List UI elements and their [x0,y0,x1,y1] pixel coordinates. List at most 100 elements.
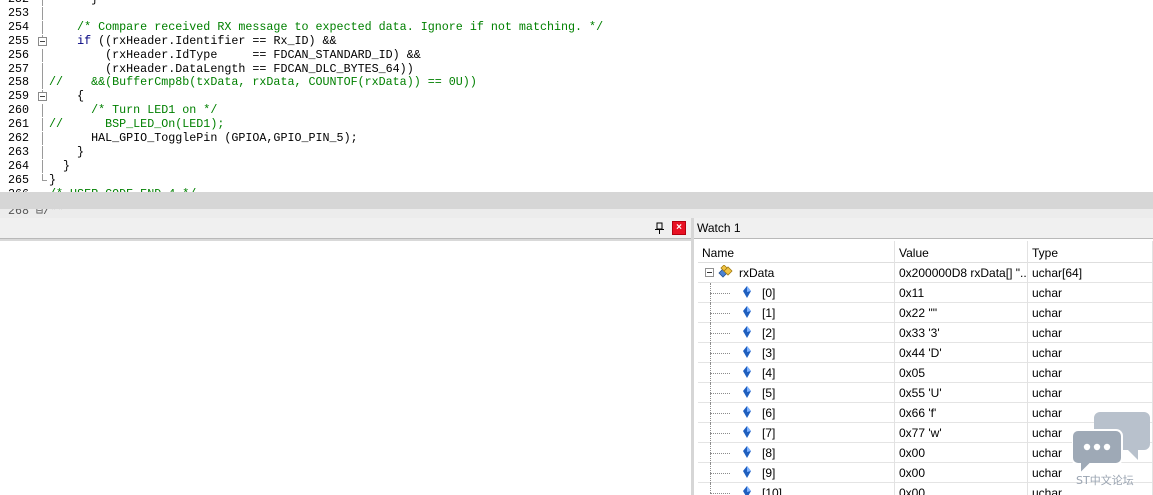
watch-name-cell: [3] [698,343,895,363]
watch-row[interactable]: [4] 0x05 uchar [698,363,1153,383]
fold-collapse-icon[interactable] [37,90,49,103]
code-comment: /* Compare received RX message to expect… [49,19,604,34]
element-value-icon [743,346,751,358]
code-token: ((rxHeader.Identifier == Rx_ID) && [91,33,337,48]
watch-value-cell[interactable]: 0x00 [895,483,1028,495]
column-header-type[interactable]: Type [1028,241,1153,263]
watch-element-name: [0] [762,286,776,300]
code-line[interactable]: 253 [0,6,1153,20]
close-panel-button[interactable]: × [672,221,686,235]
code-line[interactable]: 256 (rxHeader.IdType == FDCAN_STANDARD_I… [0,47,1153,62]
watch-variable-name: rxData [739,266,775,280]
code-text: /* Turn LED1 on */ [49,104,217,117]
watch-value-cell[interactable]: 0x00 [895,463,1028,483]
line-number: 262 [8,131,30,145]
watch-element-name: [6] [762,406,776,420]
code-token: } [49,0,98,6]
line-number: 258 [8,75,30,90]
watch-name-cell: [8] [698,443,895,463]
line-number: 259 [8,89,30,104]
fold-guide [37,76,49,90]
code-line[interactable]: 254 /* Compare received RX message to ex… [0,19,1153,34]
watch-row[interactable]: [2] 0x33 '3' uchar [698,323,1153,343]
code-line[interactable]: 265} [0,172,1153,187]
watch-value-cell[interactable]: 0x00 [895,443,1028,463]
editor-split-peek: 268 ⊟/** [0,209,1153,218]
watch-value-cell[interactable]: 0x55 'U' [895,383,1028,403]
code-token: } [49,172,57,187]
code-line[interactable]: 263 } [0,145,1153,159]
watch-row-root[interactable]: rxData 0x200000D8 rxData[] "... uchar[64] [698,263,1153,283]
column-header-name[interactable]: Name [698,241,895,263]
line-number: 260 [8,103,30,118]
code-line[interactable]: 259 { [0,90,1153,103]
watch-value-cell[interactable]: 0x33 '3' [895,323,1028,343]
code-line[interactable]: 257 (rxHeader.DataLength == FDCAN_DLC_BY… [0,61,1153,76]
fold-guide [37,132,49,145]
watch-name-cell: rxData [698,263,895,283]
fold-guide [37,145,49,159]
watch-row[interactable]: [3] 0x44 'D' uchar [698,343,1153,363]
line-number: 255 [8,33,30,48]
watch-value-cell[interactable]: 0x200000D8 rxData[] "... [895,263,1028,283]
watermark-text: ST中文论坛 [1076,474,1134,487]
element-value-icon [743,446,751,458]
code-text: (rxHeader.DataLength == FDCAN_DLC_BYTES_… [49,61,414,76]
element-value-icon [743,466,751,478]
line-number: 264 [8,158,30,173]
line-number: 261 [8,117,30,132]
panel-divider [0,239,691,241]
watch-value-cell[interactable]: 0x22 '"' [895,303,1028,323]
watch-type-cell: uchar [1028,343,1153,363]
watch-name-cell: [10] [698,483,895,495]
watch-type-cell: uchar[64] [1028,263,1153,283]
code-line[interactable]: 262 HAL_GPIO_TogglePin (GPIOA,GPIO_PIN_5… [0,132,1153,145]
watch-value-cell[interactable]: 0x05 [895,363,1028,383]
pin-icon[interactable] [653,222,666,235]
line-number: 256 [8,47,30,62]
watch-row[interactable]: [5] 0x55 'U' uchar [698,383,1153,403]
element-value-icon [743,366,751,378]
watch-value-cell[interactable]: 0x11 [895,283,1028,303]
fold-end-guide [37,173,49,187]
element-value-icon [743,426,751,438]
code-line[interactable]: 260 /* Turn LED1 on */ [0,103,1153,118]
watch-element-name: [2] [762,326,776,340]
code-line[interactable]: 258 // &&(BufferCmp8b(txData, rxData, COU… [0,75,1153,90]
peek-line: 268 ⊟/** [8,209,65,218]
code-token: (rxHeader.DataLength == FDCAN_DLC_BYTES_… [49,61,414,76]
code-line[interactable]: 252 } [0,0,1153,6]
watch-name-cell: [9] [698,463,895,483]
code-line[interactable]: 255 if ((rxHeader.Identifier == Rx_ID) &… [0,33,1153,48]
element-value-icon [743,306,751,318]
code-token: (rxHeader.IdType == FDCAN_STANDARD_ID) &… [49,47,421,62]
code-line[interactable]: 264 } [0,158,1153,173]
array-variable-icon [718,265,733,278]
watch-type-cell: uchar [1028,303,1153,323]
collapse-icon[interactable] [705,268,714,277]
line-number: 265 [8,172,30,187]
watch-row[interactable]: [0] 0x11 uchar [698,283,1153,303]
watch-type-cell: uchar [1028,383,1153,403]
editor-horizontal-scrollbar[interactable] [0,192,1153,209]
code-line[interactable]: 261 // BSP_LED_On(LED1); [0,117,1153,132]
watch-row[interactable]: [1] 0x22 '"' uchar [698,303,1153,323]
column-header-value[interactable]: Value [895,241,1028,263]
watch-name-cell: [0] [698,283,895,303]
watch-name-cell: [1] [698,303,895,323]
fold-guide [37,48,49,62]
code-token: } [49,158,71,173]
code-text: { [49,90,84,103]
fold-collapse-icon[interactable] [37,34,49,48]
watch-column-headers: Name Value Type [698,241,1153,263]
watch-value-cell[interactable]: 0x66 'f' [895,403,1028,423]
fold-guide [37,118,49,132]
watch-value-cell[interactable]: 0x44 'D' [895,343,1028,363]
code-editor[interactable]: 252 }253254 /* Compare received RX messa… [0,0,1153,192]
code-text: /* Compare received RX message to expect… [49,19,604,34]
code-text: // BSP_LED_On(LED1); [49,118,224,131]
watch-element-name: [5] [762,386,776,400]
watch-value-cell[interactable]: 0x77 'w' [895,423,1028,443]
element-value-icon [743,386,751,398]
line-number: 254 [8,19,30,34]
